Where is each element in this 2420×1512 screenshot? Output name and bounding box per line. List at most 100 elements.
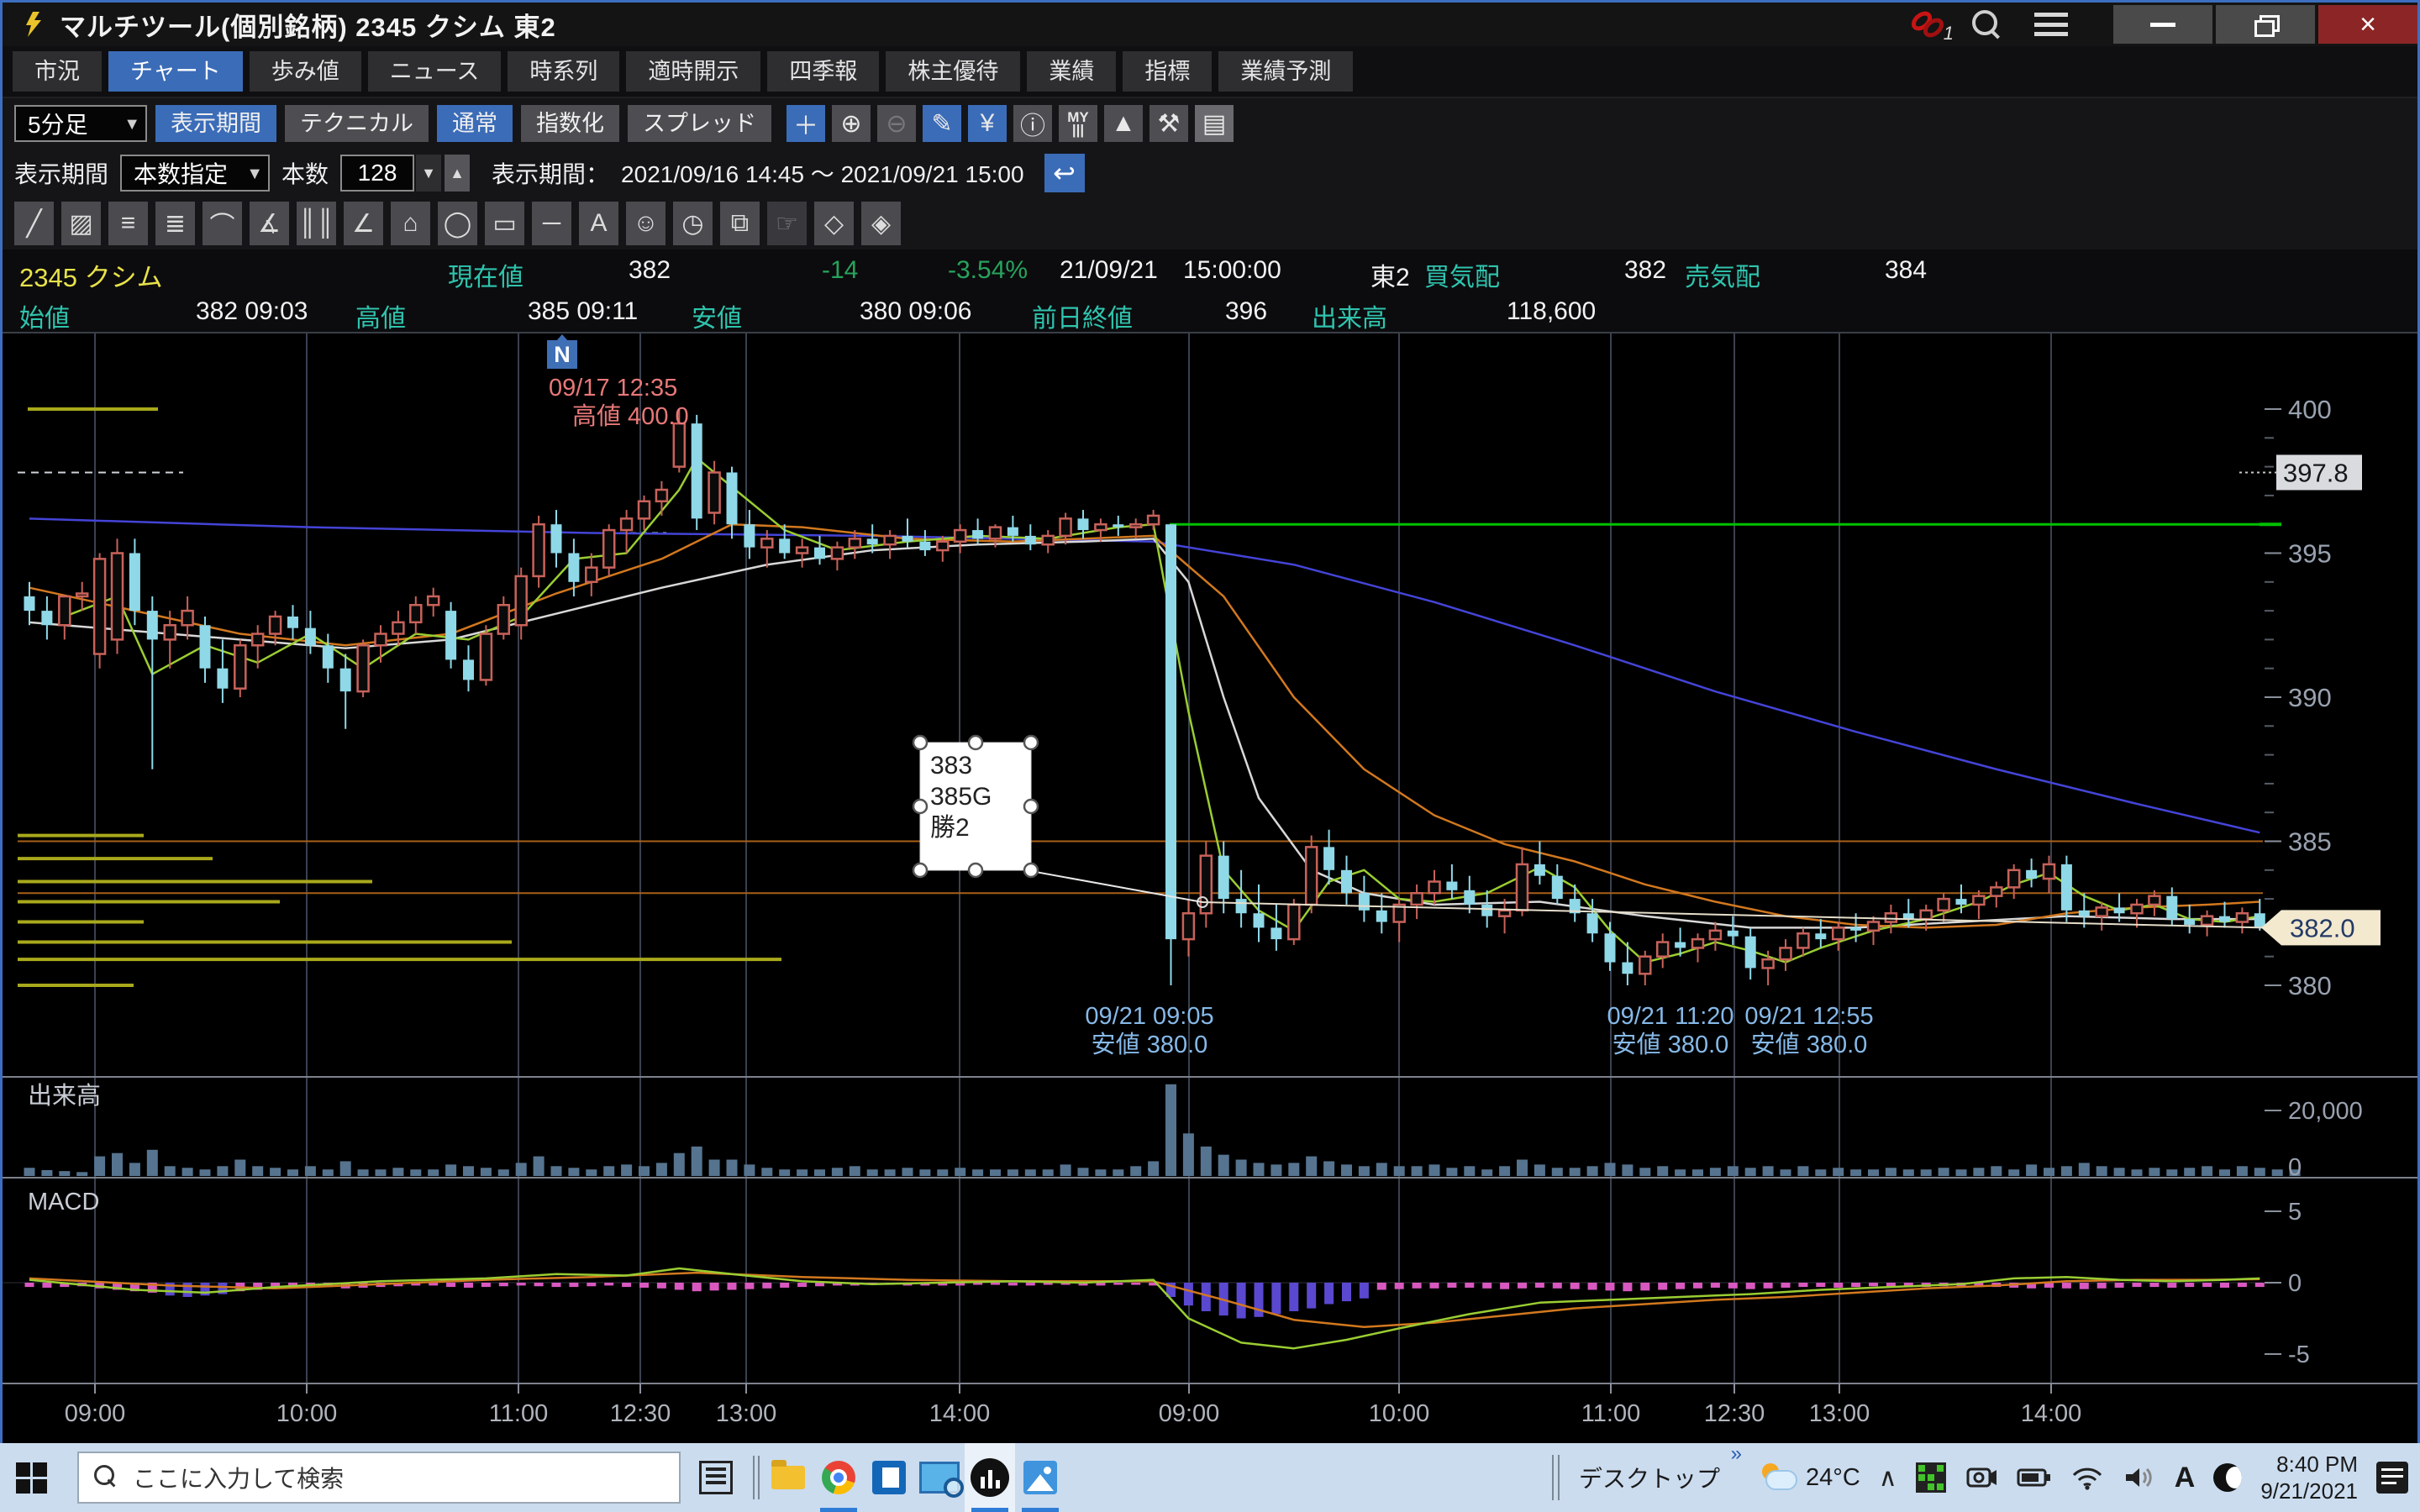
- draw-pencil-icon[interactable]: ✎: [923, 105, 961, 142]
- tab-chart[interactable]: チャート: [108, 51, 243, 92]
- trend-line-icon[interactable]: ╱: [14, 202, 54, 245]
- settings-wrench-icon[interactable]: ⚒: [1150, 105, 1188, 142]
- tab-news[interactable]: ニュース: [368, 51, 502, 92]
- vertical-lines-icon[interactable]: ║║: [297, 202, 336, 245]
- svg-text:383: 383: [930, 752, 972, 780]
- restore-button[interactable]: [2216, 5, 2315, 44]
- eraser-all-icon[interactable]: ◈: [861, 202, 901, 245]
- text-note-icon[interactable]: A: [579, 202, 618, 245]
- search-icon[interactable]: [1972, 10, 2001, 39]
- taskbar-remote-view[interactable]: [914, 1443, 965, 1512]
- svg-text:09:00: 09:00: [65, 1400, 126, 1427]
- tray-app-icon[interactable]: [1916, 1462, 1946, 1493]
- svg-text:N: N: [554, 342, 571, 367]
- rectangle-icon[interactable]: ▭: [485, 202, 524, 245]
- svg-text:385G: 385G: [930, 783, 992, 811]
- drag-hand-icon[interactable]: ☞: [767, 202, 807, 245]
- copy-chart-icon[interactable]: ⧉: [720, 202, 760, 245]
- pentagon-icon[interactable]: ⌂: [391, 202, 430, 245]
- fibonacci-arc-icon[interactable]: ⌒: [203, 202, 242, 245]
- svg-text:出来高: 出来高: [28, 1082, 101, 1110]
- segment-icon[interactable]: ─: [532, 202, 571, 245]
- svg-text:380: 380: [2288, 971, 2332, 1000]
- tab-shikiho[interactable]: 四季報: [767, 51, 879, 92]
- technical-button[interactable]: テクニカル: [285, 105, 429, 142]
- quote-row-1: 2345 クシム 現在値 382 -14 -3.54% 21/09/21 15:…: [3, 249, 2417, 294]
- prev-close-value: 396: [1225, 297, 1267, 326]
- tab-tick-list[interactable]: 歩み値: [250, 51, 361, 92]
- battery-icon[interactable]: [2017, 1467, 2052, 1488]
- menu-icon[interactable]: [2034, 13, 2068, 36]
- volume-value: 118,600: [1507, 297, 1596, 326]
- close-button[interactable]: ×: [2318, 5, 2417, 44]
- crosshair-icon[interactable]: ＋: [786, 105, 825, 142]
- temperature: 24°C: [1806, 1464, 1860, 1492]
- volume-icon[interactable]: [2123, 1464, 2156, 1491]
- bar-count-input[interactable]: 128: [340, 155, 414, 192]
- parallel-lines-icon[interactable]: ▨: [61, 202, 101, 245]
- desktop-toolbar[interactable]: デスクトップ »: [1579, 1461, 1742, 1494]
- taskbar-clock[interactable]: 8:40 PM 9/21/2021: [2260, 1451, 2358, 1504]
- tab-indicators[interactable]: 指標: [1123, 51, 1212, 92]
- window-title: マルチツール(個別銘柄) 2345 クシム 東2: [60, 6, 556, 44]
- wifi-icon[interactable]: [2070, 1465, 2104, 1490]
- reload-button[interactable]: ↩: [1044, 154, 1085, 192]
- camera-icon[interactable]: [1965, 1464, 1998, 1491]
- overflow-chevron[interactable]: »: [1731, 1442, 1742, 1466]
- svg-text:安値 380.0: 安値 380.0: [1092, 1031, 1208, 1058]
- info-icon[interactable]: ⓘ: [1013, 105, 1052, 142]
- icon-stamp-icon[interactable]: ☺: [626, 202, 666, 245]
- hidden-icons-chevron[interactable]: ∧: [1879, 1463, 1897, 1493]
- period-mode-select[interactable]: 本数指定 ▼: [120, 155, 270, 192]
- count-decrement[interactable]: ▼: [416, 155, 441, 192]
- tab-bar: 市況チャート歩み値ニュース時系列適時開示四季報株主優待業績指標業績予測: [3, 46, 2417, 98]
- horizontal-lines-icon[interactable]: ≣: [155, 202, 195, 245]
- taskbar-search-input[interactable]: ここに入力して検索: [77, 1452, 681, 1504]
- zoom-in-icon[interactable]: ⊕: [832, 105, 871, 142]
- taskbar-photos[interactable]: [1015, 1443, 1065, 1512]
- tab-time-series[interactable]: 時系列: [508, 51, 619, 92]
- weather-widget[interactable]: 24°C: [1760, 1463, 1860, 1492]
- tab-timely-disclosure[interactable]: 適時開示: [626, 51, 760, 92]
- chart-area[interactable]: 400395390385380397.8382.020,000050-5出来高M…: [3, 332, 2417, 1443]
- tab-results-forecast[interactable]: 業績予測: [1218, 51, 1353, 92]
- start-button[interactable]: [0, 1443, 62, 1512]
- horizontal-line-icon[interactable]: ≡: [108, 202, 148, 245]
- price-change: -14: [822, 256, 858, 285]
- fan-lines-icon[interactable]: ∡: [250, 202, 289, 245]
- svg-text:13:00: 13:00: [1809, 1400, 1870, 1427]
- print-icon[interactable]: ▤: [1195, 105, 1234, 142]
- taskbar-mail[interactable]: [864, 1443, 914, 1512]
- display-period-button[interactable]: 表示期間: [155, 105, 276, 142]
- ime-letter[interactable]: A: [2175, 1462, 2196, 1494]
- minimize-button[interactable]: [2113, 5, 2212, 44]
- task-view-button[interactable]: [692, 1443, 739, 1512]
- svg-text:397.8: 397.8: [2283, 458, 2349, 487]
- time-marker-icon[interactable]: ◷: [673, 202, 713, 245]
- taskbar-trading-app[interactable]: [965, 1443, 1015, 1512]
- tab-market[interactable]: 市況: [13, 51, 102, 92]
- quote-time: 15:00:00: [1183, 256, 1281, 285]
- system-tray: デスクトップ » 24°C ∧ A 8:40 PM 9/21/2021: [1552, 1451, 2420, 1504]
- tab-results[interactable]: 業績: [1027, 51, 1116, 92]
- yen-axis-icon[interactable]: ¥: [968, 105, 1007, 142]
- normal-scale-button[interactable]: 通常: [437, 105, 513, 142]
- main-chart[interactable]: 400395390385380397.8382.020,000050-5出来高M…: [3, 333, 2417, 1445]
- tab-shareholder-benefit[interactable]: 株主優待: [886, 51, 1020, 92]
- link-group-icon[interactable]: 1: [1907, 8, 1949, 41]
- ellipse-icon[interactable]: ◯: [438, 202, 477, 245]
- action-center-icon[interactable]: [2376, 1462, 2408, 1494]
- taskbar-chrome[interactable]: [813, 1443, 864, 1512]
- period-bar: 表示期間 本数指定 ▼ 本数 128 ▼ ▲ 表示期間： 2021/09/16 …: [3, 149, 2417, 197]
- ime-mode-icon[interactable]: [2213, 1463, 2242, 1492]
- indexed-button[interactable]: 指数化: [521, 105, 619, 142]
- taskbar-file-explorer[interactable]: [763, 1443, 813, 1512]
- my-chart-icon[interactable]: MY|||: [1059, 105, 1097, 142]
- zoom-out-icon[interactable]: ⊖: [877, 105, 916, 142]
- eraser-icon[interactable]: ◇: [814, 202, 854, 245]
- gann-fan-icon[interactable]: ∠: [344, 202, 383, 245]
- area-chart-icon[interactable]: ▲: [1104, 105, 1143, 142]
- spread-button[interactable]: スプレッド: [628, 105, 771, 142]
- interval-select[interactable]: 5分足 ▼: [14, 105, 147, 142]
- count-increment[interactable]: ▲: [445, 155, 470, 192]
